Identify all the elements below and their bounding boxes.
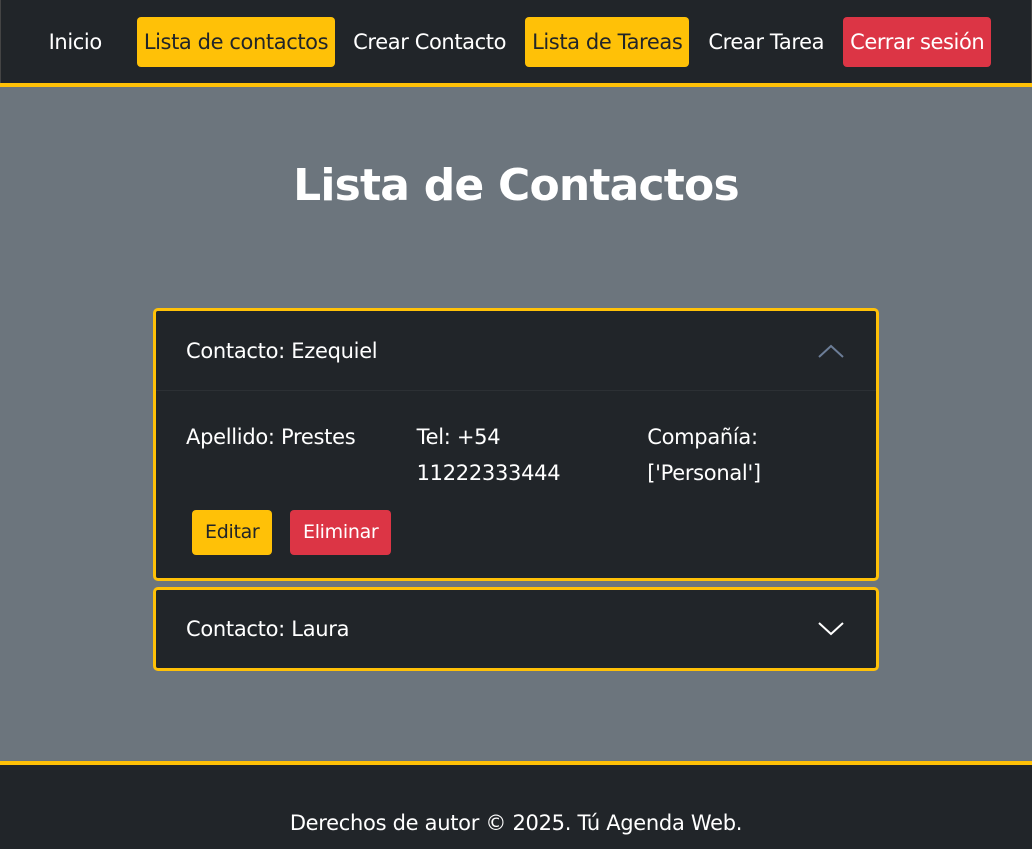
nav-crear-contacto[interactable]: Crear Contacto (345, 17, 514, 67)
nav-inicio[interactable]: Inicio (41, 17, 110, 67)
nav-lista-contactos[interactable]: Lista de contactos (136, 17, 336, 67)
page: Inicio Lista de contactos Crear Contacto… (0, 0, 1032, 849)
page-title: Lista de Contactos (293, 160, 740, 211)
header-divider (0, 83, 1032, 87)
contact-accordion-body: Apellido: Prestes Tel: +54 11222333444 C… (156, 391, 876, 580)
contact-compania: Compañía: ['Personal'] (647, 425, 761, 485)
contact-name: Contacto: Laura (186, 617, 350, 641)
nav-crear-tarea[interactable]: Crear Tarea (700, 17, 832, 67)
contact-accordion-header[interactable]: Contacto: Laura (156, 590, 876, 668)
edit-button[interactable]: Editar (192, 510, 273, 555)
contact-name: Contacto: Ezequiel (186, 338, 378, 363)
contact-accordion-item: Contacto: Laura (153, 587, 879, 671)
footer-copyright: Derechos de autor © 2025. Tú Agenda Web. (289, 811, 743, 835)
delete-button[interactable]: Eliminar (290, 510, 392, 555)
navbar: Inicio Lista de contactos Crear Contacto… (0, 0, 1032, 84)
logout-button[interactable]: Cerrar sesión (843, 17, 992, 67)
nav-lista-tareas[interactable]: Lista de Tareas (525, 17, 690, 67)
footer: Derechos de autor © 2025. Tú Agenda Web. (0, 765, 1032, 849)
contact-accordion-header[interactable]: Contacto: Ezequiel (156, 311, 876, 391)
contact-accordion-item: Contacto: Ezequiel Apellido: Prestes Tel… (153, 308, 879, 581)
chevron-up-icon (818, 344, 844, 358)
contact-apellido: Apellido: Prestes (186, 425, 356, 449)
contact-telefono: Tel: +54 11222333444 (416, 425, 561, 485)
chevron-down-icon (818, 622, 844, 636)
